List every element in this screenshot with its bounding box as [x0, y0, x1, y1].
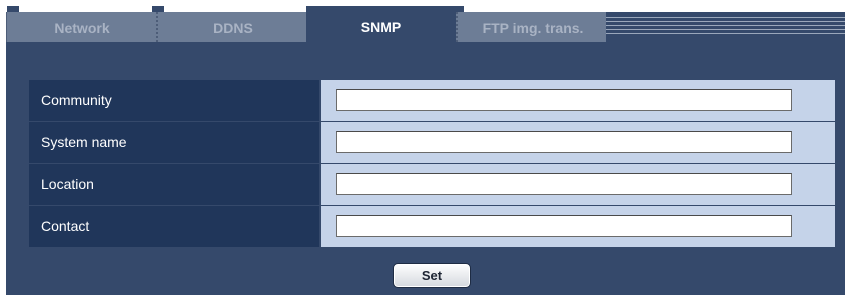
system-name-value-cell — [321, 122, 835, 163]
contact-input[interactable] — [336, 215, 792, 237]
system-name-label: System name — [29, 122, 319, 163]
set-button[interactable]: Set — [393, 263, 471, 288]
contact-label: Contact — [29, 206, 319, 247]
location-value-cell — [321, 164, 835, 205]
system-name-input[interactable] — [336, 131, 792, 153]
form-row-system-name: System name — [29, 121, 835, 163]
tab-bar-filler — [606, 12, 845, 42]
location-label: Location — [29, 164, 319, 205]
location-input[interactable] — [336, 173, 792, 195]
community-input[interactable] — [336, 89, 792, 111]
community-label: Community — [29, 80, 319, 121]
tab-ftp-img-trans[interactable]: FTP img. trans. — [452, 6, 608, 42]
form-row-community: Community — [29, 80, 835, 121]
community-value-cell — [321, 80, 835, 121]
snmp-settings-form: Community System name Location Contact — [29, 80, 835, 247]
tab-bar: Network DDNS SNMP FTP img. trans. — [6, 6, 845, 42]
tab-snmp[interactable]: SNMP — [306, 6, 456, 42]
tab-network[interactable]: Network — [6, 6, 157, 42]
form-row-contact: Contact — [29, 205, 835, 247]
tab-ddns[interactable]: DDNS — [152, 6, 308, 42]
contact-value-cell — [321, 206, 835, 247]
form-row-location: Location — [29, 163, 835, 205]
